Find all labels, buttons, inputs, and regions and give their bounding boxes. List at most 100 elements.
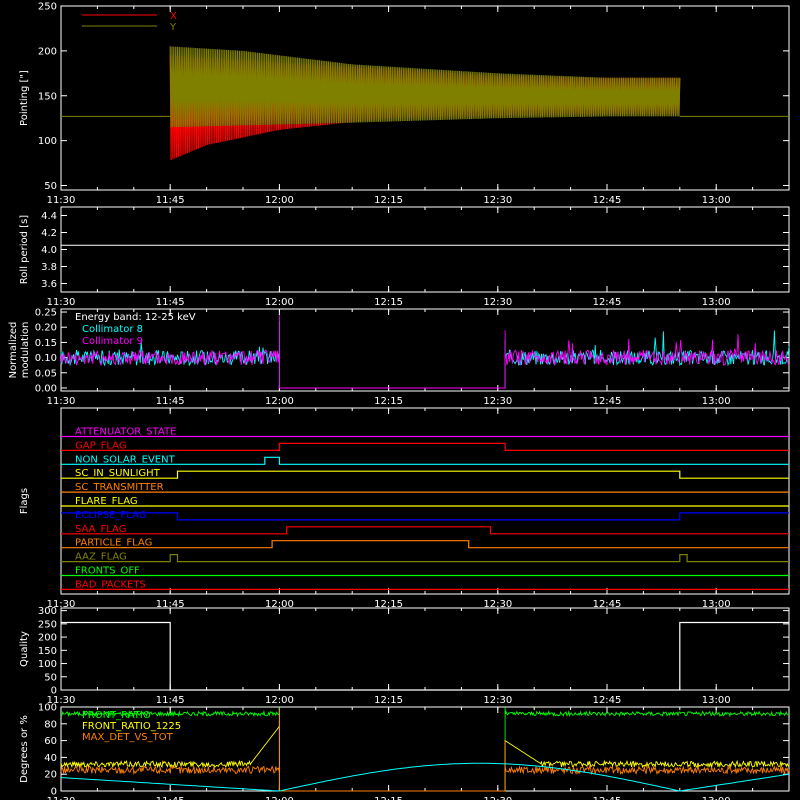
pointing-xtick-label: 12:00 [265, 195, 294, 206]
modulation-ytick-label: 0.20 [35, 323, 57, 334]
roll-xtick-label: 13:00 [702, 297, 731, 308]
ratios-xtick-label: 13:00 [702, 796, 731, 800]
ratios-xtick-label: 11:45 [156, 796, 185, 800]
ratios-xtick-label: 12:00 [265, 796, 294, 800]
flag-label: GAP_FLAG [75, 440, 127, 451]
ratios-legend-label: FRONT_RATIO_1225 [82, 721, 181, 732]
pointing-ylabel: Pointing ["] [19, 70, 30, 126]
modulation-xtick-label: 12:00 [265, 396, 294, 407]
quality-series-line [61, 621, 789, 691]
modulation-energy-annotation: Energy band: 12-25 keV [75, 312, 196, 323]
quality-ytick-label: 200 [38, 633, 57, 644]
modulation-xtick-label: 12:15 [374, 396, 403, 407]
roll-xtick-label: 11:45 [156, 297, 185, 308]
flag-label: ECLIPSE_FLAG [75, 510, 146, 521]
modulation-ylabel: Normalized [8, 322, 19, 379]
pointing-legend-label: X [170, 11, 177, 22]
ratios-ytick-label: 60 [44, 736, 57, 747]
modulation-ytick-label: 0.15 [35, 338, 57, 349]
ratios-ylabel: Degrees or % [19, 715, 30, 783]
modulation-ytick-label: 0.10 [35, 353, 57, 364]
ratios-xtick-label: 12:15 [374, 796, 403, 800]
flag-label: ATTENUATOR_STATE [75, 427, 176, 438]
modulation-xtick-label: 12:45 [593, 396, 622, 407]
modulation-legend-label: Collimator 9 [82, 336, 143, 347]
pointing-xtick-label: 13:00 [702, 195, 731, 206]
quality-xtick-label: 12:45 [593, 695, 622, 706]
roll-ytick-label: 4.2 [41, 228, 57, 239]
flag-line-gap-flag [61, 442, 789, 451]
pointing-ytick-label: 100 [38, 136, 57, 147]
modulation-ylabel: modulation [20, 322, 31, 379]
modulation-legend-label: Collimator 8 [82, 324, 143, 335]
flag-line-eclipse-flag [61, 512, 789, 521]
ratios-ytick-label: 80 [44, 719, 57, 730]
pointing-series-y [169, 46, 681, 128]
quality-ylabel: Quality [19, 631, 30, 667]
flag-line-particle-flag [61, 540, 789, 549]
roll-ytick-label: 3.8 [41, 262, 57, 273]
flag-label: SC_IN_SUNLIGHT [75, 468, 161, 479]
ratios-xtick-label: 12:30 [483, 796, 512, 800]
flag-line-sc-in-sunlight [61, 470, 789, 479]
ratios-ytick-label: 0 [51, 787, 57, 798]
ratios-legend-label: FRONT_RATIO [82, 710, 151, 721]
quality-xtick-label: 13:00 [702, 695, 731, 706]
quality-xtick-label: 12:30 [483, 695, 512, 706]
pointing-xtick-label: 12:30 [483, 195, 512, 206]
pointing-xtick-label: 12:15 [374, 195, 403, 206]
pointing-xtick-label: 11:30 [47, 195, 76, 206]
flag-label: BAD_PACKETS [75, 579, 146, 590]
quality-ytick-label: 300 [38, 606, 57, 617]
flag-label: AAZ_FLAG [75, 552, 127, 563]
quality-ytick-label: 0 [51, 686, 57, 697]
flag-label: FRONTS_OFF [75, 566, 140, 577]
modulation-xtick-label: 12:30 [483, 396, 512, 407]
roll-xtick-label: 12:30 [483, 297, 512, 308]
flag-line-saa-flag [61, 526, 789, 535]
flag-label: PARTICLE_FLAG [75, 538, 152, 549]
roll-ylabel: Roll period [s] [19, 215, 30, 284]
roll-xtick-label: 12:00 [265, 297, 294, 308]
quality-ytick-label: 100 [38, 659, 57, 670]
roll-ytick-label: 4.4 [41, 211, 57, 222]
modulation-xtick-label: 11:45 [156, 396, 185, 407]
pointing-xtick-label: 12:45 [593, 195, 622, 206]
quality-xtick-label: 11:45 [156, 695, 185, 706]
figure: 11:30 11:45 12:00 12:15 12:30 12:45 13:00 50 100… [0, 0, 800, 800]
quality-ytick-label: 50 [44, 672, 57, 683]
ratios-ytick-label: 40 [44, 753, 57, 764]
modulation-xtick-label: 11:30 [47, 396, 76, 407]
modulation-ytick-label: 0.05 [35, 368, 57, 379]
modulation-xtick-label: 13:00 [702, 396, 731, 407]
flag-label: SAA_FLAG [75, 524, 126, 535]
ratios-frame [60, 706, 790, 792]
roll-frame [60, 206, 790, 293]
modulation-ytick-label: 0.25 [35, 308, 57, 319]
pointing-ytick-label: 200 [38, 46, 57, 57]
modulation-ytick-label: 0.00 [35, 383, 57, 394]
quality-xtick-label: 12:15 [374, 695, 403, 706]
pointing-legend-label: Y [169, 22, 177, 33]
roll-xtick-label: 12:45 [593, 297, 622, 308]
flag-label: FLARE_FLAG [75, 496, 138, 507]
quality-xtick-label: 12:00 [265, 695, 294, 706]
ratios-legend-label: MAX_DET_VS_TOT [82, 732, 174, 743]
modulation-series-collimator-9 [60, 315, 790, 389]
flag-line-aaz-flag [61, 553, 789, 563]
roll-ytick-label: 3.6 [41, 279, 57, 290]
pointing-ytick-label: 250 [38, 2, 57, 13]
roll-xtick-label: 11:30 [47, 297, 76, 308]
pointing-ytick-label: 150 [38, 91, 57, 102]
flags-ylabel: Flags [19, 488, 30, 514]
flag-label: SC_TRANSMITTER [75, 482, 164, 493]
pointing-ytick-label: 50 [44, 181, 57, 192]
flag-label: NON_SOLAR_EVENT [75, 454, 176, 465]
ratios-series-front-ratio [60, 707, 790, 792]
ratios-ytick-label: 100 [38, 703, 57, 714]
quality-ytick-label: 250 [38, 619, 57, 630]
pointing-xtick-label: 11:45 [156, 195, 185, 206]
ratios-ytick-label: 20 [44, 770, 57, 781]
roll-ytick-label: 4.0 [41, 245, 57, 256]
quality-ytick-label: 150 [38, 646, 57, 657]
